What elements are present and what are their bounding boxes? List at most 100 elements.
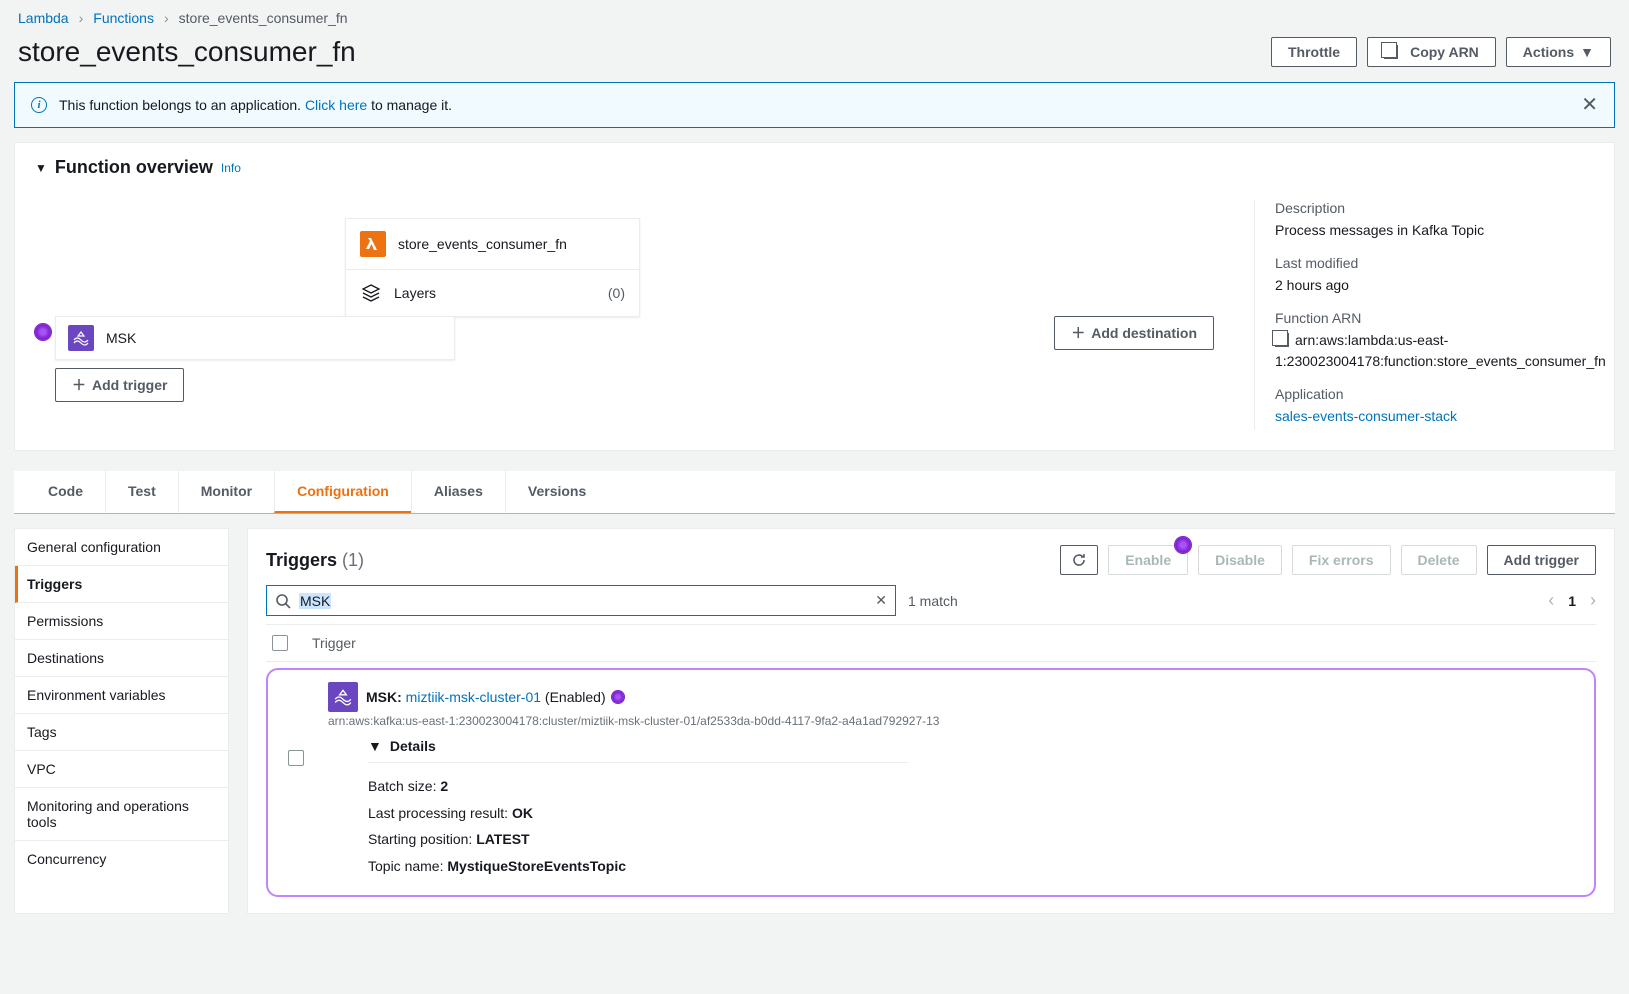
refresh-button[interactable] — [1060, 545, 1098, 575]
sidebar-item-monitoring-tools[interactable]: Monitoring and operations tools — [15, 788, 228, 841]
triggers-panel: Triggers (1) Enable Disable Fix errors D… — [247, 528, 1615, 914]
annotation-dot — [35, 324, 51, 340]
add-trigger-button[interactable]: ＋ Add trigger — [55, 368, 184, 402]
breadcrumb-current: store_events_consumer_fn — [179, 10, 348, 26]
trigger-service: MSK: — [366, 689, 402, 705]
function-arn-value: arn:aws:lambda:us-east-1:230023004178:fu… — [1275, 330, 1594, 372]
layers-count: (0) — [608, 285, 625, 301]
actions-button[interactable]: Actions ▼ — [1506, 37, 1611, 67]
sidebar-item-permissions[interactable]: Permissions — [15, 603, 228, 640]
sidebar-item-env-vars[interactable]: Environment variables — [15, 677, 228, 714]
annotation-dot — [1175, 537, 1191, 553]
layers-label: Layers — [394, 285, 436, 301]
copy-arn-label: Copy ARN — [1410, 44, 1479, 60]
chevron-right-icon: › — [79, 10, 84, 26]
overview-title: Function overview — [55, 157, 213, 178]
search-icon — [275, 593, 291, 609]
function-card[interactable]: store_events_consumer_fn Layers (0) — [345, 218, 640, 317]
function-overview-panel: ▼ Function overview Info store_events_co… — [14, 142, 1615, 451]
page-title: store_events_consumer_fn — [18, 36, 356, 68]
tab-code[interactable]: Code — [26, 471, 105, 513]
topic-name-value: MystiqueStoreEventsTopic — [447, 858, 626, 874]
breadcrumb-functions[interactable]: Functions — [93, 10, 154, 26]
tab-monitor[interactable]: Monitor — [178, 471, 274, 513]
pagination: ‹ 1 › — [1548, 590, 1596, 611]
function-card-name: store_events_consumer_fn — [398, 236, 567, 252]
disable-button[interactable]: Disable — [1198, 545, 1282, 575]
banner-text: This function belongs to an application.… — [59, 97, 452, 113]
prev-page-icon[interactable]: ‹ — [1548, 590, 1554, 611]
add-trigger-button-2[interactable]: Add trigger — [1487, 545, 1596, 575]
lambda-icon — [360, 231, 386, 257]
overview-details: Description Process messages in Kafka To… — [1254, 200, 1594, 430]
msk-icon — [328, 682, 358, 712]
sidebar-item-concurrency[interactable]: Concurrency — [15, 841, 228, 877]
triggers-table-header: Trigger — [266, 624, 1596, 662]
sidebar-item-destinations[interactable]: Destinations — [15, 640, 228, 677]
select-all-checkbox[interactable] — [272, 635, 288, 651]
add-trigger-label: Add trigger — [92, 377, 167, 393]
plus-icon: ＋ — [1071, 323, 1085, 343]
add-destination-label: Add destination — [1091, 325, 1197, 341]
banner-link[interactable]: Click here — [305, 97, 367, 113]
last-modified-label: Last modified — [1275, 255, 1594, 271]
layers-icon — [360, 282, 382, 304]
caret-down-icon[interactable]: ▼ — [35, 161, 47, 175]
match-count: 1 match — [908, 593, 958, 609]
msk-icon — [68, 325, 94, 351]
search-input-wrapper[interactable]: MSK ✕ — [266, 585, 896, 616]
config-sidebar: General configuration Triggers Permissio… — [14, 528, 229, 914]
sidebar-item-general[interactable]: General configuration — [15, 529, 228, 566]
row-checkbox[interactable] — [288, 750, 304, 766]
next-page-icon[interactable]: › — [1590, 590, 1596, 611]
copy-icon — [1384, 45, 1398, 59]
tab-aliases[interactable]: Aliases — [411, 471, 505, 513]
overview-diagram: store_events_consumer_fn Layers (0) — [35, 200, 1234, 430]
chevron-right-icon: › — [164, 10, 169, 26]
caret-down-icon: ▼ — [368, 738, 382, 754]
tab-versions[interactable]: Versions — [505, 471, 608, 513]
info-banner: i This function belongs to an applicatio… — [14, 82, 1615, 128]
starting-position-value: LATEST — [476, 831, 529, 847]
breadcrumb-lambda[interactable]: Lambda — [18, 10, 69, 26]
search-input[interactable] — [339, 593, 867, 609]
application-link[interactable]: sales-events-consumer-stack — [1275, 408, 1457, 424]
fix-errors-button[interactable]: Fix errors — [1292, 545, 1391, 575]
info-icon: i — [31, 97, 47, 113]
trigger-arn: arn:aws:kafka:us-east-1:230023004178:clu… — [328, 714, 1574, 728]
copy-arn-button[interactable]: Copy ARN — [1367, 37, 1496, 67]
trigger-cluster-link[interactable]: miztiik-msk-cluster-01 — [406, 689, 541, 705]
layers-row[interactable]: Layers (0) — [346, 269, 639, 316]
batch-size-value: 2 — [440, 778, 448, 794]
triggers-title: Triggers (1) — [266, 550, 364, 571]
add-destination-button[interactable]: ＋ Add destination — [1054, 316, 1214, 350]
clear-search-icon[interactable]: ✕ — [875, 592, 887, 609]
actions-label: Actions — [1523, 44, 1574, 60]
breadcrumb: Lambda › Functions › store_events_consum… — [14, 0, 1615, 32]
refresh-icon — [1071, 552, 1087, 568]
tab-bar: Code Test Monitor Configuration Aliases … — [14, 471, 1615, 514]
function-arn-label: Function ARN — [1275, 310, 1594, 326]
tab-configuration[interactable]: Configuration — [274, 471, 411, 513]
sidebar-item-triggers[interactable]: Triggers — [15, 566, 228, 603]
delete-button[interactable]: Delete — [1401, 545, 1477, 575]
annotation-dot — [612, 691, 624, 703]
tab-test[interactable]: Test — [105, 471, 178, 513]
copy-icon[interactable] — [1275, 333, 1289, 347]
trigger-status: (Enabled) — [545, 689, 606, 705]
close-icon[interactable]: ✕ — [1581, 95, 1598, 115]
details-label: Details — [390, 738, 436, 754]
info-link[interactable]: Info — [221, 161, 241, 175]
sidebar-item-tags[interactable]: Tags — [15, 714, 228, 751]
application-label: Application — [1275, 386, 1594, 402]
throttle-button[interactable]: Throttle — [1271, 37, 1357, 67]
trigger-row: MSK: miztiik-msk-cluster-01 (Enabled) ar… — [266, 668, 1596, 897]
details-toggle[interactable]: ▼ Details — [368, 738, 908, 763]
triggers-count: (1) — [342, 550, 364, 570]
description-value: Process messages in Kafka Topic — [1275, 220, 1594, 241]
processing-result-value: OK — [512, 805, 533, 821]
search-value: MSK — [299, 593, 331, 609]
trigger-card-label: MSK — [106, 330, 136, 346]
sidebar-item-vpc[interactable]: VPC — [15, 751, 228, 788]
trigger-card-msk[interactable]: MSK — [55, 316, 455, 360]
